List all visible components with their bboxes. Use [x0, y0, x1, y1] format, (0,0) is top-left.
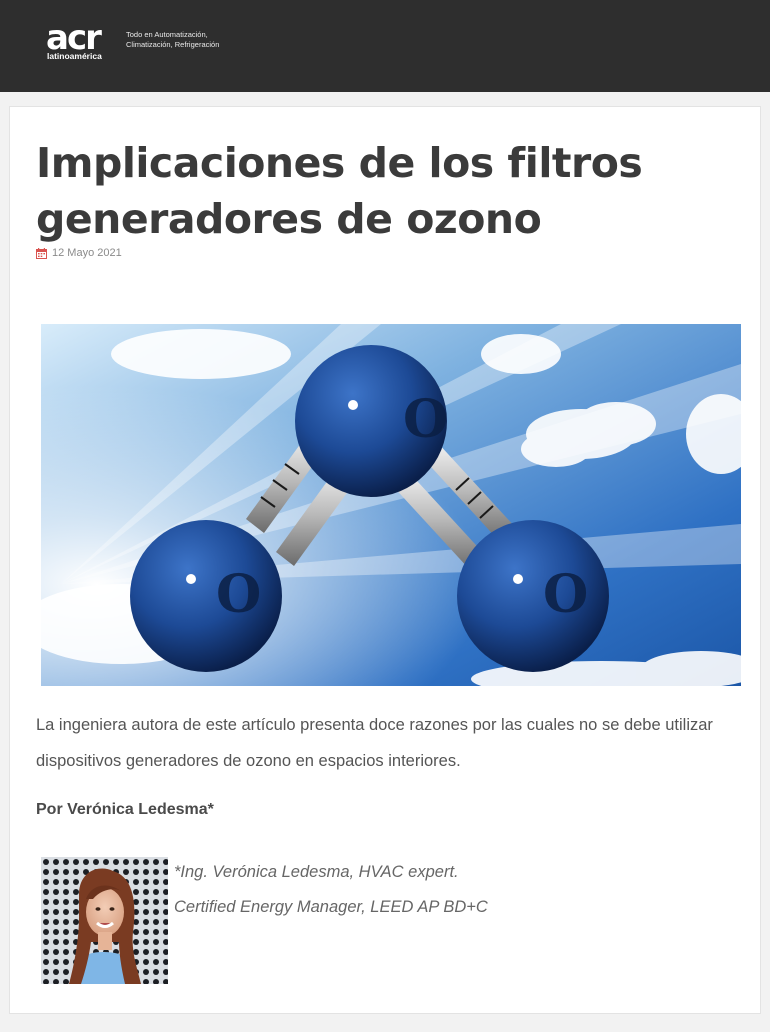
author-portrait: [41, 857, 168, 984]
article-card: Implicaciones de los filtros generadores…: [9, 106, 761, 1014]
atom-label: O: [543, 564, 588, 625]
article-title: Implicaciones de los filtros generadores…: [36, 139, 643, 243]
oxygen-atom-left: O: [130, 520, 282, 672]
tagline-line-1: Todo en Automatización,: [126, 30, 208, 39]
atom-label: O: [216, 564, 261, 625]
logo-tagline: Todo en Automatización, Climatización, R…: [126, 30, 219, 50]
ozone-molecule-illustration: O O O: [41, 324, 741, 686]
logo-mark: acr latinoamérica: [46, 22, 104, 61]
calendar-icon: [36, 247, 47, 259]
author-note-line-1: *Ing. Verónica Ledesma, HVAC expert.: [174, 863, 459, 881]
author-photo: [41, 857, 168, 984]
article-lead: La ingeniera autora de este artículo pre…: [36, 716, 713, 770]
author-note-line-2: Certified Energy Manager, LEED AP BD+C: [174, 898, 488, 916]
hero-image[interactable]: O O O: [41, 324, 741, 686]
date-text: 12 Mayo 2021: [52, 247, 122, 259]
oxygen-atom-right: O: [457, 520, 609, 672]
author-credentials: *Ing. Verónica Ledesma, HVAC expert. Cer…: [174, 855, 488, 925]
article-date: 12 Mayo 2021: [36, 247, 122, 259]
site-logo[interactable]: acr latinoamérica Todo en Automatización…: [46, 22, 246, 66]
logo-sub: latinoamérica: [47, 51, 102, 61]
tagline-line-2: Climatización, Refrigeración: [126, 40, 220, 49]
site-header: acr latinoamérica Todo en Automatización…: [0, 0, 770, 92]
article-byline: Por Verónica Ledesma*: [36, 801, 214, 818]
atom-label: O: [403, 389, 448, 450]
